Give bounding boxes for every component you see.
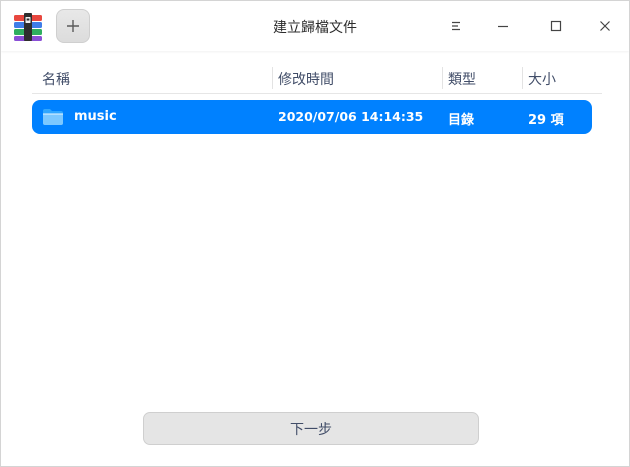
file-name: music (74, 109, 117, 124)
folder-icon (43, 109, 63, 125)
app-window: 建立歸檔文件 名稱 修改時間 類型 大小 music 2020/07/06 14… (0, 0, 630, 467)
menu-icon (452, 21, 460, 31)
window-title: 建立歸檔文件 (273, 20, 357, 36)
column-header-size[interactable]: 大小 (528, 69, 556, 89)
minimize-icon (498, 25, 508, 28)
column-divider[interactable] (272, 67, 273, 89)
file-type: 目錄 (448, 113, 475, 128)
menu-button[interactable] (439, 9, 473, 43)
file-size: 29 項 (528, 113, 564, 128)
table-header: 名稱 修改時間 類型 大小 (32, 65, 602, 94)
column-header-type[interactable]: 類型 (448, 69, 476, 89)
column-divider[interactable] (522, 67, 523, 89)
column-divider[interactable] (442, 67, 443, 89)
next-button[interactable]: 下一步 (143, 412, 479, 445)
column-header-modified[interactable]: 修改時間 (278, 69, 334, 89)
column-header-name[interactable]: 名稱 (42, 69, 70, 89)
file-modified: 2020/07/06 14:14:35 (278, 109, 424, 124)
maximize-button[interactable] (539, 9, 573, 43)
titlebar: 建立歸檔文件 (1, 1, 629, 51)
minimize-button[interactable] (486, 9, 520, 43)
archive-manager-icon[interactable] (13, 12, 43, 42)
plus-icon (67, 20, 79, 32)
table-row[interactable]: music 2020/07/06 14:14:35 目錄 29 項 (32, 100, 592, 134)
close-icon (600, 21, 610, 31)
add-button[interactable] (56, 9, 90, 43)
close-button[interactable] (588, 9, 622, 43)
maximize-icon (550, 20, 562, 32)
